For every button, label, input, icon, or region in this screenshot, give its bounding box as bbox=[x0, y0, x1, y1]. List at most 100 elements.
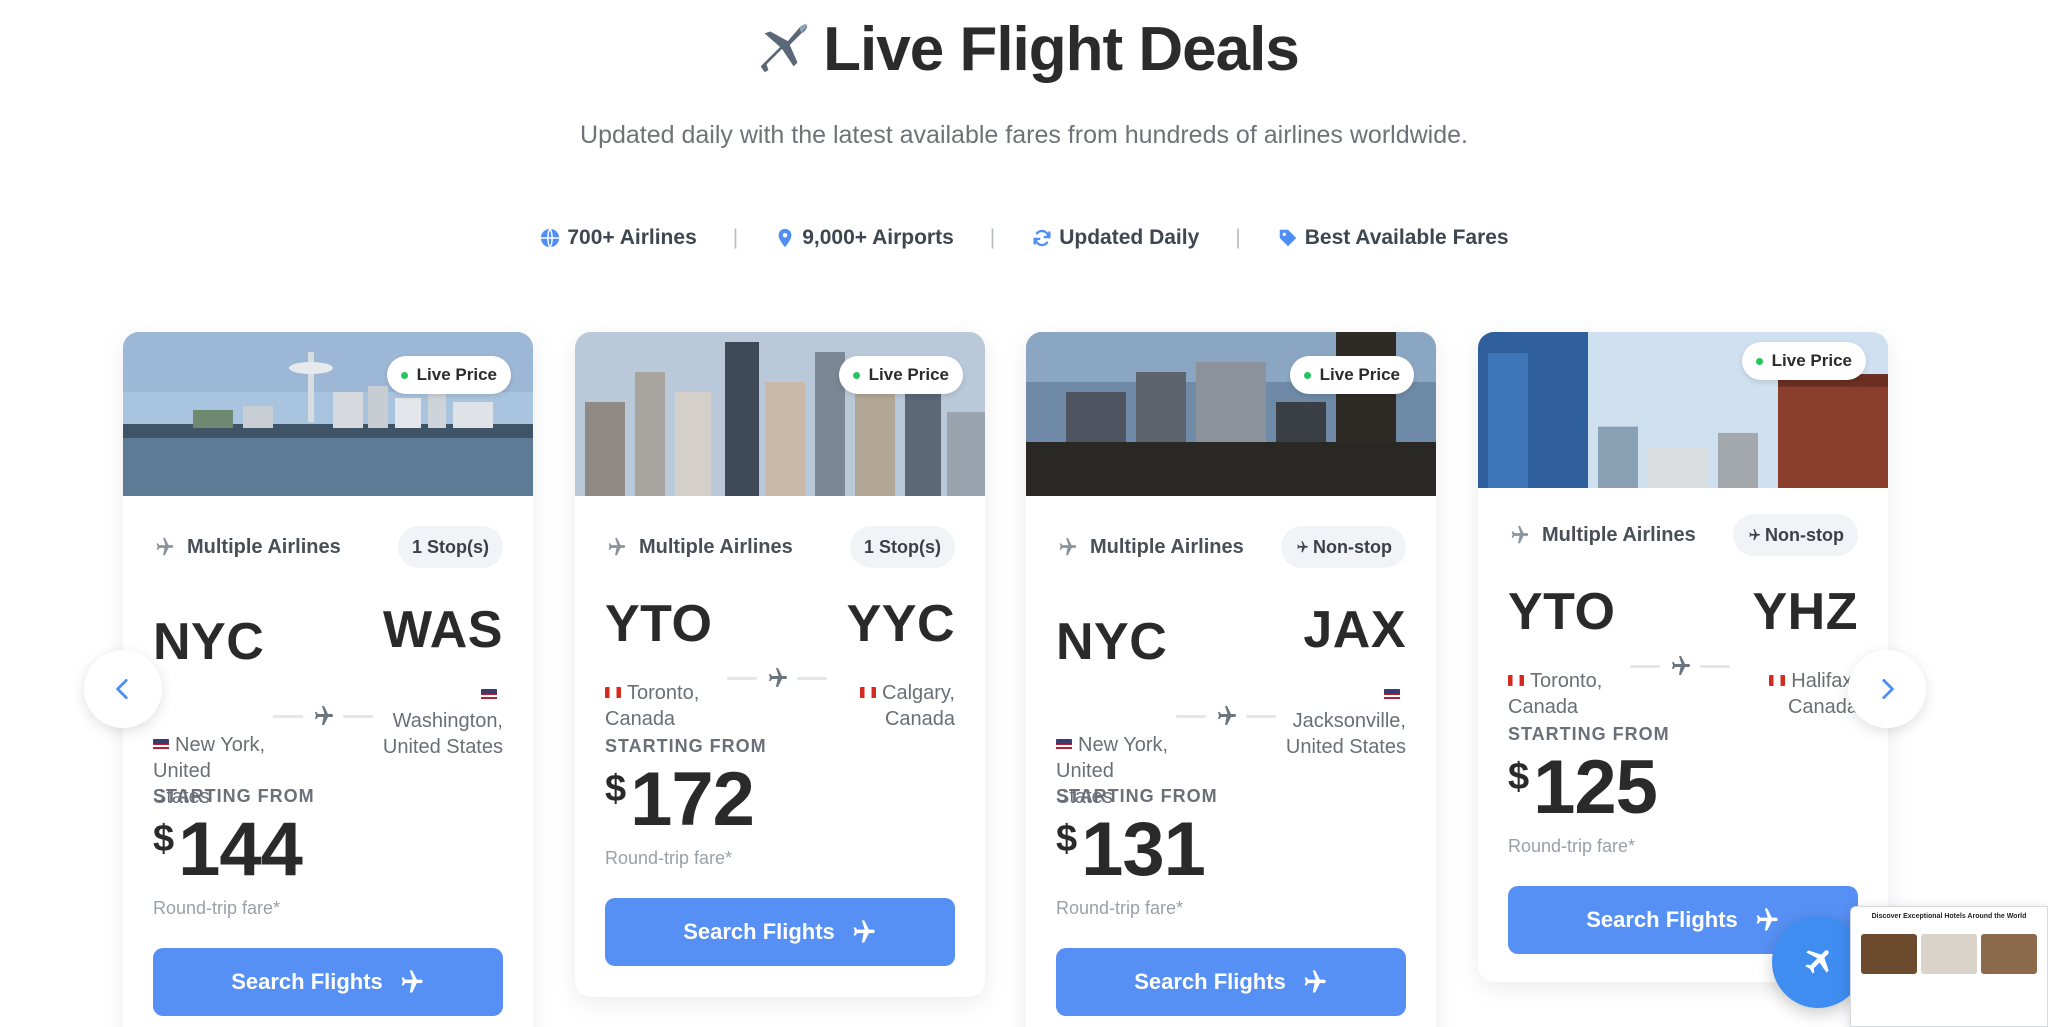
airplane-icon bbox=[1059, 537, 1077, 556]
preview-hotel-image bbox=[1921, 934, 1977, 974]
preview-hotel-image bbox=[1861, 934, 1917, 974]
carousel-next-button[interactable] bbox=[1848, 650, 1926, 728]
preview-title: Discover Exceptional Hotels Around the W… bbox=[1871, 913, 2027, 920]
airplane-icon bbox=[1672, 656, 1690, 675]
fare-note: Round-trip fare* bbox=[1056, 898, 1184, 918]
price-amount: 144 bbox=[178, 807, 303, 892]
price-amount: 131 bbox=[1081, 807, 1206, 892]
currency-symbol: $ bbox=[605, 768, 627, 810]
stops-badge: Non-stop bbox=[1733, 514, 1858, 556]
airline-row: Multiple Airlines Non-stop bbox=[1508, 514, 1858, 556]
airplane-icon bbox=[853, 920, 875, 943]
title-text: Live Flight Deals bbox=[823, 15, 1300, 84]
fare-note: Round-trip fare* bbox=[605, 848, 733, 868]
airline-row: Multiple Airlines Non-stop bbox=[1056, 526, 1406, 568]
refresh-icon bbox=[1033, 229, 1051, 247]
live-dot bbox=[852, 371, 860, 379]
deal-card: Live Price Multiple Airlines 1 Stop(s) Y… bbox=[575, 332, 985, 997]
starting-from-label: STARTING FROM bbox=[153, 786, 315, 806]
airline-name: Multiple Airlines bbox=[639, 535, 793, 558]
currency-symbol: $ bbox=[1508, 756, 1530, 798]
dest-city: Calgary, Canada bbox=[845, 680, 955, 732]
hotels-preview-thumbnail[interactable]: Discover Exceptional Hotels Around the W… bbox=[1850, 906, 2048, 1027]
search-flights-button[interactable]: Search Flights bbox=[153, 948, 503, 1016]
flight-path bbox=[1176, 704, 1276, 728]
price: $172 bbox=[605, 760, 755, 840]
airplane-icon bbox=[1756, 908, 1778, 931]
airplane-icon bbox=[315, 706, 333, 725]
dest-code: YYC bbox=[846, 595, 955, 653]
carousel-prev-button[interactable] bbox=[84, 650, 162, 728]
airplane-icon bbox=[156, 537, 174, 556]
preview-hotel-image bbox=[1981, 934, 2037, 974]
origin-code: NYC bbox=[1056, 613, 1168, 671]
search-flights-button[interactable]: Search Flights bbox=[605, 898, 955, 966]
chevron-left-icon bbox=[116, 678, 128, 700]
origin-code: YTO bbox=[1508, 583, 1616, 641]
stops-badge: 1 Stop(s) bbox=[397, 526, 503, 568]
page-subtitle: Updated daily with the latest available … bbox=[580, 121, 1468, 149]
dest-city: Halifax, Canada bbox=[1748, 668, 1858, 720]
airline-name: Multiple Airlines bbox=[1090, 535, 1244, 558]
live-label: Live Price bbox=[416, 365, 497, 384]
route: YTO Toronto, Canada YHZ Halifax, Canada bbox=[1508, 582, 1858, 742]
airplane-icon bbox=[1218, 706, 1236, 725]
live-price-badge: Live Price bbox=[1741, 342, 1866, 380]
airline-name: Multiple Airlines bbox=[187, 535, 341, 558]
us-flag-icon bbox=[153, 739, 169, 750]
button-label: Search Flights bbox=[1586, 907, 1738, 932]
live-dot bbox=[400, 371, 408, 379]
us-flag-icon bbox=[481, 689, 497, 700]
airline-info: Multiple Airlines bbox=[153, 536, 341, 559]
small-airplane-icon bbox=[1749, 529, 1760, 541]
airplane-icon bbox=[401, 970, 423, 993]
us-flag-icon bbox=[1384, 689, 1400, 700]
live-price-badge: Live Price bbox=[838, 356, 963, 394]
live-price-badge: Live Price bbox=[1289, 356, 1414, 394]
price: $144 bbox=[153, 807, 303, 892]
airplane-icon bbox=[769, 668, 787, 687]
origin-city: Toronto, Canada bbox=[605, 680, 723, 732]
airplane-icon bbox=[1511, 525, 1529, 544]
route: YTO Toronto, Canada YYC Calgary, Canada bbox=[605, 594, 955, 754]
chevron-right-icon bbox=[1882, 678, 1894, 700]
feature-label: Updated Daily bbox=[1059, 226, 1200, 249]
price: $125 bbox=[1508, 748, 1658, 828]
dest-city-name: Jacksonville, United States bbox=[1285, 710, 1406, 758]
dest-city: Washington, United States bbox=[373, 682, 503, 760]
page-title: Live Flight Deals bbox=[0, 14, 2048, 85]
airline-row: Multiple Airlines 1 Stop(s) bbox=[153, 526, 503, 568]
canada-flag-icon bbox=[860, 687, 876, 698]
button-label: Search Flights bbox=[683, 919, 835, 944]
button-label: Search Flights bbox=[231, 969, 383, 994]
starting-from-label: STARTING FROM bbox=[605, 736, 767, 756]
dest-city-name: Calgary, Canada bbox=[882, 682, 955, 730]
airline-info: Multiple Airlines bbox=[1508, 524, 1696, 547]
dest-code: WAS bbox=[383, 601, 503, 659]
airline-info: Multiple Airlines bbox=[1056, 536, 1244, 559]
deal-card: Live Price Multiple Airlines Non-stop NY… bbox=[1026, 332, 1436, 1027]
dest-city-name: Washington, United States bbox=[382, 710, 503, 758]
button-label: Search Flights bbox=[1134, 969, 1286, 994]
stops-badge: 1 Stop(s) bbox=[849, 526, 955, 568]
airline-row: Multiple Airlines 1 Stop(s) bbox=[605, 526, 955, 568]
live-label: Live Price bbox=[1319, 365, 1400, 384]
stops-label: Non-stop bbox=[1765, 524, 1844, 545]
fare-note: Round-trip fare* bbox=[1508, 836, 1636, 856]
deal-card: Live Price Multiple Airlines 1 Stop(s) N… bbox=[123, 332, 533, 1027]
airplane-icon bbox=[608, 537, 626, 556]
small-airplane-icon bbox=[1297, 541, 1308, 553]
dest-code: YHZ bbox=[1752, 583, 1858, 641]
feature-label: 700+ Airlines bbox=[567, 226, 697, 249]
divider: | bbox=[989, 226, 996, 249]
search-flights-button[interactable]: Search Flights bbox=[1056, 948, 1406, 1016]
price: $131 bbox=[1056, 807, 1206, 892]
origin-code: NYC bbox=[153, 613, 265, 671]
tag-icon bbox=[1279, 229, 1296, 247]
map-pin-icon bbox=[778, 228, 792, 248]
airline-info: Multiple Airlines bbox=[605, 536, 793, 559]
currency-symbol: $ bbox=[1056, 818, 1078, 860]
starting-from-label: STARTING FROM bbox=[1056, 786, 1218, 806]
live-dot bbox=[1303, 371, 1311, 379]
feature-label: Best Available Fares bbox=[1304, 226, 1509, 249]
